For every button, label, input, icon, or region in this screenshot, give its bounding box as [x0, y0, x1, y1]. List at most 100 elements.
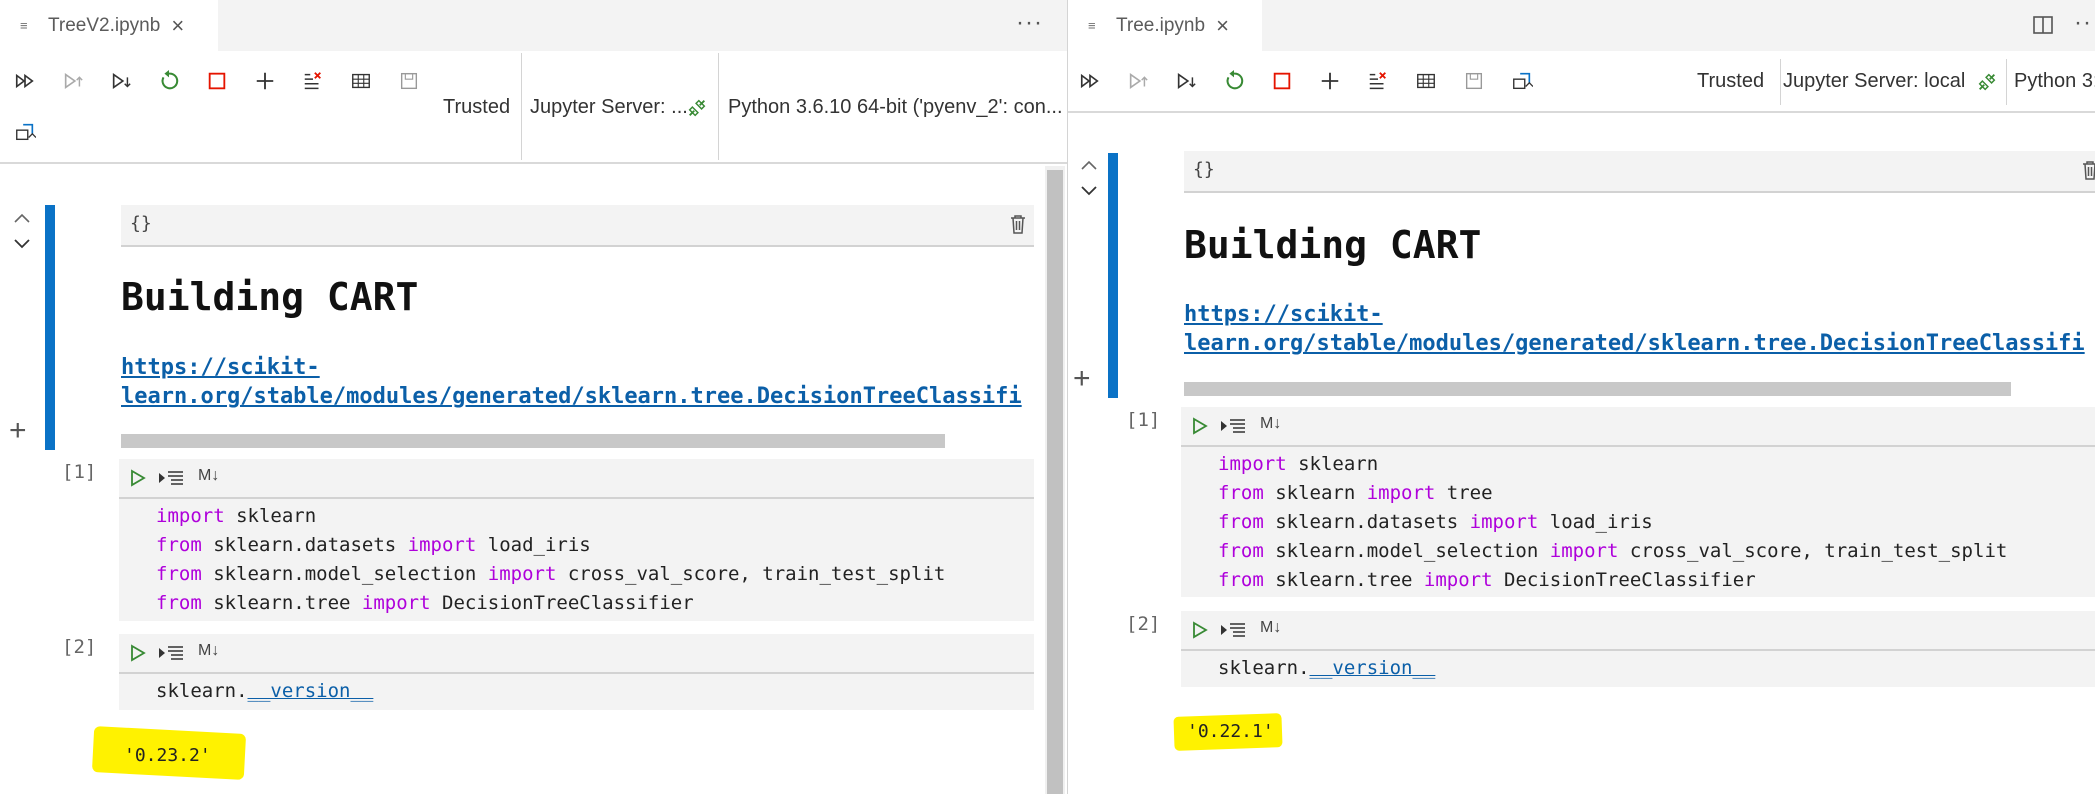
trusted-indicator[interactable]: Trusted	[443, 96, 510, 119]
notebook-toolbar: Trusted Jupyter Server: local Python 3:	[1068, 51, 2095, 113]
doc-link-line1[interactable]: https://scikit-	[1184, 300, 1383, 329]
add-cell-icon[interactable]	[1315, 66, 1345, 96]
save-icon[interactable]	[1459, 66, 1489, 96]
run-all-icon[interactable]	[1075, 66, 1105, 96]
export-icon[interactable]	[10, 117, 40, 147]
run-cell-icon[interactable]	[130, 469, 146, 487]
add-cell-plus-icon[interactable]: +	[1073, 364, 1091, 394]
horizontal-scrollbar[interactable]	[1184, 382, 2011, 396]
close-icon[interactable]: ×	[171, 13, 184, 39]
kernel-label[interactable]: Python 3:	[2014, 70, 2095, 93]
trusted-indicator[interactable]: Trusted	[1697, 70, 1764, 93]
code-line: import sklearn	[156, 505, 317, 527]
code-editor[interactable]: sklearn.__version__	[1181, 651, 2095, 687]
code-editor[interactable]: sklearn.__version__	[119, 674, 1034, 710]
doc-link-line2[interactable]: learn.org/stable/modules/generated/sklea…	[1184, 329, 2085, 358]
add-cell-plus-icon[interactable]: +	[9, 416, 27, 446]
code-line: from sklearn.tree import DecisionTreeCla…	[1218, 569, 1756, 591]
code-line: import sklearn	[1218, 453, 1379, 475]
execution-count: [2]	[62, 636, 97, 658]
run-by-line-icon[interactable]	[1220, 621, 1246, 639]
server-connected-icon[interactable]	[682, 93, 712, 123]
code-editor[interactable]: import sklearn from sklearn.datasets impo…	[119, 499, 1034, 621]
code-editor[interactable]: import sklearn from sklearn import tree fr…	[1181, 447, 2095, 597]
horizontal-scrollbar[interactable]	[121, 434, 945, 448]
interrupt-kernel-icon[interactable]	[1267, 66, 1297, 96]
run-cell-icon[interactable]	[130, 644, 146, 662]
markdown-toggle[interactable]: M↓	[198, 467, 219, 485]
markdown-cell-toolbar: {}	[121, 205, 1034, 247]
code-cell-toolbar: M↓	[119, 459, 1034, 499]
doc-link-line2[interactable]: learn.org/stable/modules/generated/sklea…	[121, 382, 1022, 411]
vertical-scrollbar-thumb[interactable]	[1047, 170, 1063, 794]
run-below-icon[interactable]	[106, 66, 136, 96]
run-all-icon[interactable]	[10, 66, 40, 96]
markdown-toggle[interactable]: M↓	[1260, 415, 1281, 433]
right-editor-pane: ≡ Tree.ipynb × ·· Trusted Jupyter Server…	[1068, 0, 2095, 794]
more-actions-icon[interactable]: ···	[1016, 9, 1043, 37]
clear-outputs-icon[interactable]	[298, 66, 328, 96]
run-above-icon[interactable]	[1123, 66, 1153, 96]
run-by-line-icon[interactable]	[1220, 417, 1246, 435]
code-line: from sklearn.model_selection import cros…	[1218, 540, 2008, 562]
more-actions-icon[interactable]: ··	[2074, 9, 2092, 37]
kernel-label[interactable]: Python 3.6.10 64-bit ('pyenv_2': con...	[728, 96, 1063, 119]
selected-cell-indicator	[1108, 153, 1118, 398]
jupyter-server-label[interactable]: Jupyter Server: ...	[530, 96, 688, 119]
cell-type-braces[interactable]: {}	[1193, 159, 1215, 180]
code-line: from sklearn.datasets import load_iris	[156, 534, 591, 556]
variables-grid-icon[interactable]	[1411, 66, 1441, 96]
add-cell-icon[interactable]	[250, 66, 280, 96]
restart-kernel-icon[interactable]	[1219, 66, 1249, 96]
export-icon[interactable]	[1507, 66, 1537, 96]
markdown-toggle[interactable]: M↓	[198, 642, 219, 660]
markdown-cell-toolbar: {}	[1184, 151, 2095, 193]
toolbar-separator	[521, 53, 522, 160]
notebook-toolbar: Trusted Jupyter Server: ... Python 3.6.1…	[0, 51, 1067, 164]
execution-count: [1]	[62, 461, 97, 483]
chevron-down-icon[interactable]	[11, 234, 33, 254]
run-by-line-icon[interactable]	[158, 469, 184, 487]
run-cell-icon[interactable]	[1192, 621, 1208, 639]
save-icon[interactable]	[394, 66, 424, 96]
code-cell-toolbar: M↓	[1181, 407, 2095, 447]
run-above-icon[interactable]	[58, 66, 88, 96]
code-line: from sklearn.datasets import load_iris	[1218, 511, 1653, 533]
code-cell-toolbar: M↓	[119, 634, 1034, 674]
cell-output: '0.23.2'	[124, 745, 211, 766]
run-cell-icon[interactable]	[1192, 417, 1208, 435]
tab-tree[interactable]: ≡ Tree.ipynb ×	[1068, 0, 1262, 51]
doc-link-line1[interactable]: https://scikit-	[121, 353, 320, 382]
trash-icon[interactable]	[1009, 214, 1027, 234]
cell-output: '0.22.1'	[1187, 721, 1274, 742]
chevron-down-icon[interactable]	[1078, 181, 1100, 201]
execution-count: [1]	[1126, 409, 1161, 431]
tab-treev2[interactable]: ≡ TreeV2.ipynb ×	[0, 0, 218, 51]
cell-type-braces[interactable]: {}	[130, 213, 152, 234]
clear-outputs-icon[interactable]	[1363, 66, 1393, 96]
close-icon[interactable]: ×	[1216, 13, 1229, 39]
chevron-up-icon[interactable]	[11, 208, 33, 228]
trash-icon[interactable]	[2081, 160, 2095, 180]
code-line: from sklearn import tree	[1218, 482, 1493, 504]
file-lines-icon: ≡	[1088, 18, 1096, 33]
split-editor-icon[interactable]	[2032, 14, 2054, 36]
code-line: from sklearn.tree import DecisionTreeCla…	[156, 592, 694, 614]
markdown-toggle[interactable]: M↓	[1260, 619, 1281, 637]
jupyter-server-label[interactable]: Jupyter Server: local	[1783, 70, 1965, 93]
toolbar-separator	[718, 53, 719, 160]
markdown-heading: Building CART	[1184, 223, 1482, 267]
chevron-up-icon[interactable]	[1078, 155, 1100, 175]
variables-grid-icon[interactable]	[346, 66, 376, 96]
run-below-icon[interactable]	[1171, 66, 1201, 96]
toolbar-separator	[1780, 59, 1781, 105]
run-by-line-icon[interactable]	[158, 644, 184, 662]
file-lines-icon: ≡	[20, 18, 28, 33]
tab-bar: ≡ Tree.ipynb × ··	[1068, 0, 2095, 51]
tab-bar: ≡ TreeV2.ipynb × ···	[0, 0, 1067, 51]
selected-cell-indicator	[45, 205, 55, 450]
server-connected-icon[interactable]	[1972, 67, 2002, 97]
code-line: sklearn.__version__	[156, 680, 374, 702]
interrupt-kernel-icon[interactable]	[202, 66, 232, 96]
restart-kernel-icon[interactable]	[154, 66, 184, 96]
